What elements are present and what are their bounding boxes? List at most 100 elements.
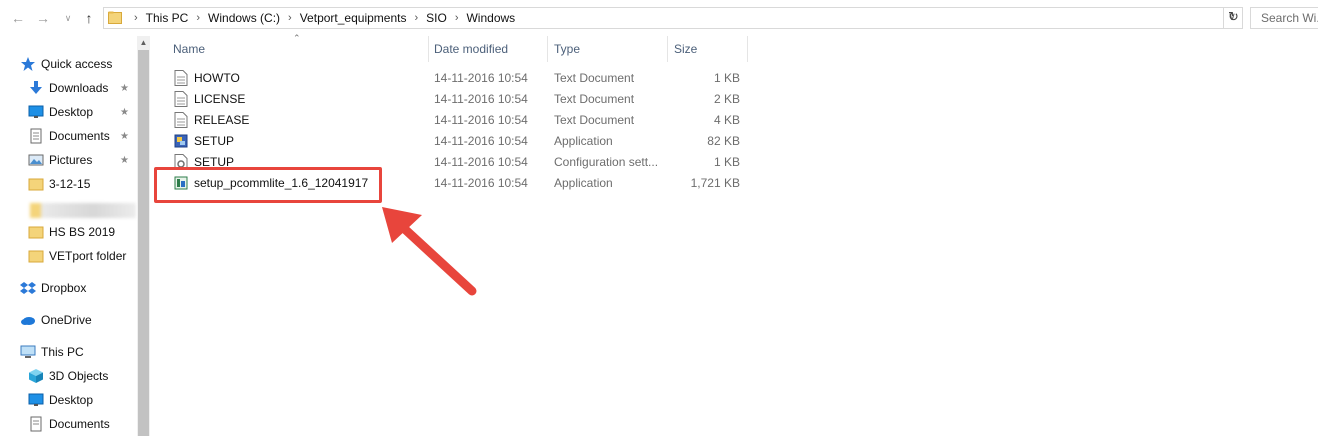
breadcrumb-vetport-equipments[interactable]: Vetport_equipments <box>298 11 409 25</box>
file-type: Application <box>554 134 613 148</box>
breadcrumb-separator-icon: › <box>134 12 138 24</box>
nav-pictures[interactable]: Pictures <box>28 149 92 171</box>
scroll-up-icon[interactable]: ▲ <box>137 38 150 47</box>
nav-label: HS BS 2019 <box>49 225 116 239</box>
column-header-size[interactable]: Size <box>674 42 697 56</box>
nav-onedrive[interactable]: OneDrive <box>20 309 92 331</box>
file-size: 2 KB <box>713 92 740 106</box>
cloud-icon <box>20 312 36 328</box>
setup-app-icon <box>174 134 188 148</box>
address-toolbar: ← → ∨ ↑ › This PC › Windows (C:) › Vetpo… <box>0 0 1318 36</box>
highlight-box <box>154 167 382 203</box>
breadcrumb-sio[interactable]: SIO <box>424 11 449 25</box>
text-file-icon <box>174 91 188 107</box>
file-name: HOWTO <box>194 71 240 85</box>
nav-label: OneDrive <box>41 313 92 327</box>
breadcrumb-separator-icon[interactable]: › <box>408 12 424 24</box>
pin-icon[interactable]: ★ <box>120 132 130 142</box>
file-name: RELEASE <box>194 113 250 127</box>
breadcrumb-separator-icon[interactable]: › <box>190 12 206 24</box>
text-file-icon <box>174 112 188 128</box>
column-header-date[interactable]: Date modified <box>434 42 508 56</box>
file-row[interactable]: RELEASE 14-11-2016 10:54 Text Document 4… <box>150 110 750 131</box>
file-date: 14-11-2016 10:54 <box>434 113 528 127</box>
up-button[interactable]: ↑ <box>81 10 97 26</box>
column-header-name[interactable]: Name <box>173 42 205 56</box>
nav-folder-3-12-15[interactable]: 3-12-15 <box>28 173 90 195</box>
address-bar[interactable]: › This PC › Windows (C:) › Vetport_equip… <box>103 7 1243 29</box>
file-name: SETUP <box>194 134 235 148</box>
file-type: Text Document <box>554 113 635 127</box>
file-type: Text Document <box>554 92 635 106</box>
nav-3d-objects[interactable]: 3D Objects <box>28 365 108 387</box>
file-row[interactable]: LICENSE 14-11-2016 10:54 Text Document 2… <box>150 89 750 110</box>
refresh-button[interactable]: ↻ <box>1223 7 1243 29</box>
pin-icon[interactable]: ★ <box>120 156 130 166</box>
pin-icon[interactable]: ★ <box>120 84 130 94</box>
cube-icon <box>28 368 44 384</box>
file-date: 14-11-2016 10:54 <box>434 92 528 106</box>
redacted-folder[interactable] <box>30 203 136 218</box>
nav-label: Documents <box>49 417 110 431</box>
file-name: LICENSE <box>194 92 246 106</box>
file-date: 14-11-2016 10:54 <box>434 155 528 169</box>
folder-icon <box>108 11 122 24</box>
pictures-icon <box>28 152 44 168</box>
file-type: Text Document <box>554 71 635 85</box>
sort-ascending-icon: ⌃ <box>293 33 301 43</box>
breadcrumb-this-pc[interactable]: This PC <box>144 11 191 25</box>
nav-dropbox[interactable]: Dropbox <box>20 277 86 299</box>
nav-downloads[interactable]: Downloads <box>28 77 108 99</box>
back-button[interactable]: ← <box>10 10 26 26</box>
nav-label: Documents <box>49 129 110 143</box>
forward-button[interactable]: → <box>35 10 51 26</box>
nav-desktop[interactable]: Desktop <box>28 101 93 123</box>
breadcrumb-separator-icon[interactable]: › <box>282 12 298 24</box>
column-divider[interactable] <box>667 36 668 62</box>
annotation-arrow-icon <box>382 207 477 296</box>
nav-scrollbar[interactable]: ▲ <box>137 36 150 436</box>
nav-documents[interactable]: Documents <box>28 125 110 147</box>
text-file-icon <box>174 70 188 86</box>
desktop-icon <box>28 392 44 408</box>
star-icon <box>20 56 36 72</box>
nav-label: 3-12-15 <box>49 177 91 191</box>
nav-pc-documents[interactable]: Documents <box>28 413 110 435</box>
nav-label: Desktop <box>49 105 94 119</box>
nav-this-pc[interactable]: This PC <box>20 341 84 363</box>
column-divider[interactable] <box>547 36 548 62</box>
breadcrumb-windows[interactable]: Windows <box>464 11 517 25</box>
column-divider[interactable] <box>428 36 429 62</box>
nav-label: Quick access <box>41 57 113 71</box>
file-size: 4 KB <box>713 113 740 127</box>
nav-folder-hs-bs-2019[interactable]: HS BS 2019 <box>28 221 115 243</box>
file-size: 1 KB <box>713 155 740 169</box>
desktop-icon <box>28 104 44 120</box>
recent-locations-chevron-icon[interactable]: ∨ <box>60 10 76 26</box>
nav-pc-desktop[interactable]: Desktop <box>28 389 93 411</box>
folder-icon <box>28 224 44 240</box>
folder-icon <box>28 248 44 264</box>
scrollbar-thumb[interactable] <box>138 50 149 436</box>
search-input[interactable]: Search Wi... <box>1250 7 1318 29</box>
file-type: Application <box>554 176 613 190</box>
file-size: 1 KB <box>713 71 740 85</box>
download-icon <box>28 80 44 96</box>
column-header-type[interactable]: Type <box>554 42 580 56</box>
pin-icon[interactable]: ★ <box>120 108 130 118</box>
breadcrumb: › This PC › Windows (C:) › Vetport_equip… <box>128 8 517 28</box>
file-row[interactable]: SETUP 14-11-2016 10:54 Application 82 KB <box>150 131 750 152</box>
dropbox-icon <box>20 280 36 296</box>
breadcrumb-windows-c[interactable]: Windows (C:) <box>206 11 282 25</box>
column-divider[interactable] <box>747 36 748 62</box>
computer-icon <box>20 344 36 360</box>
nav-label: Downloads <box>49 81 109 95</box>
nav-quick-access[interactable]: Quick access <box>20 53 112 75</box>
nav-label: Dropbox <box>41 281 87 295</box>
file-date: 14-11-2016 10:54 <box>434 176 528 190</box>
file-row[interactable]: HOWTO 14-11-2016 10:54 Text Document 1 K… <box>150 68 750 89</box>
nav-folder-vetport[interactable]: VETport folder <box>28 245 126 267</box>
folder-icon <box>28 176 44 192</box>
breadcrumb-separator-icon[interactable]: › <box>449 12 465 24</box>
nav-label: VETport folder <box>49 249 127 263</box>
